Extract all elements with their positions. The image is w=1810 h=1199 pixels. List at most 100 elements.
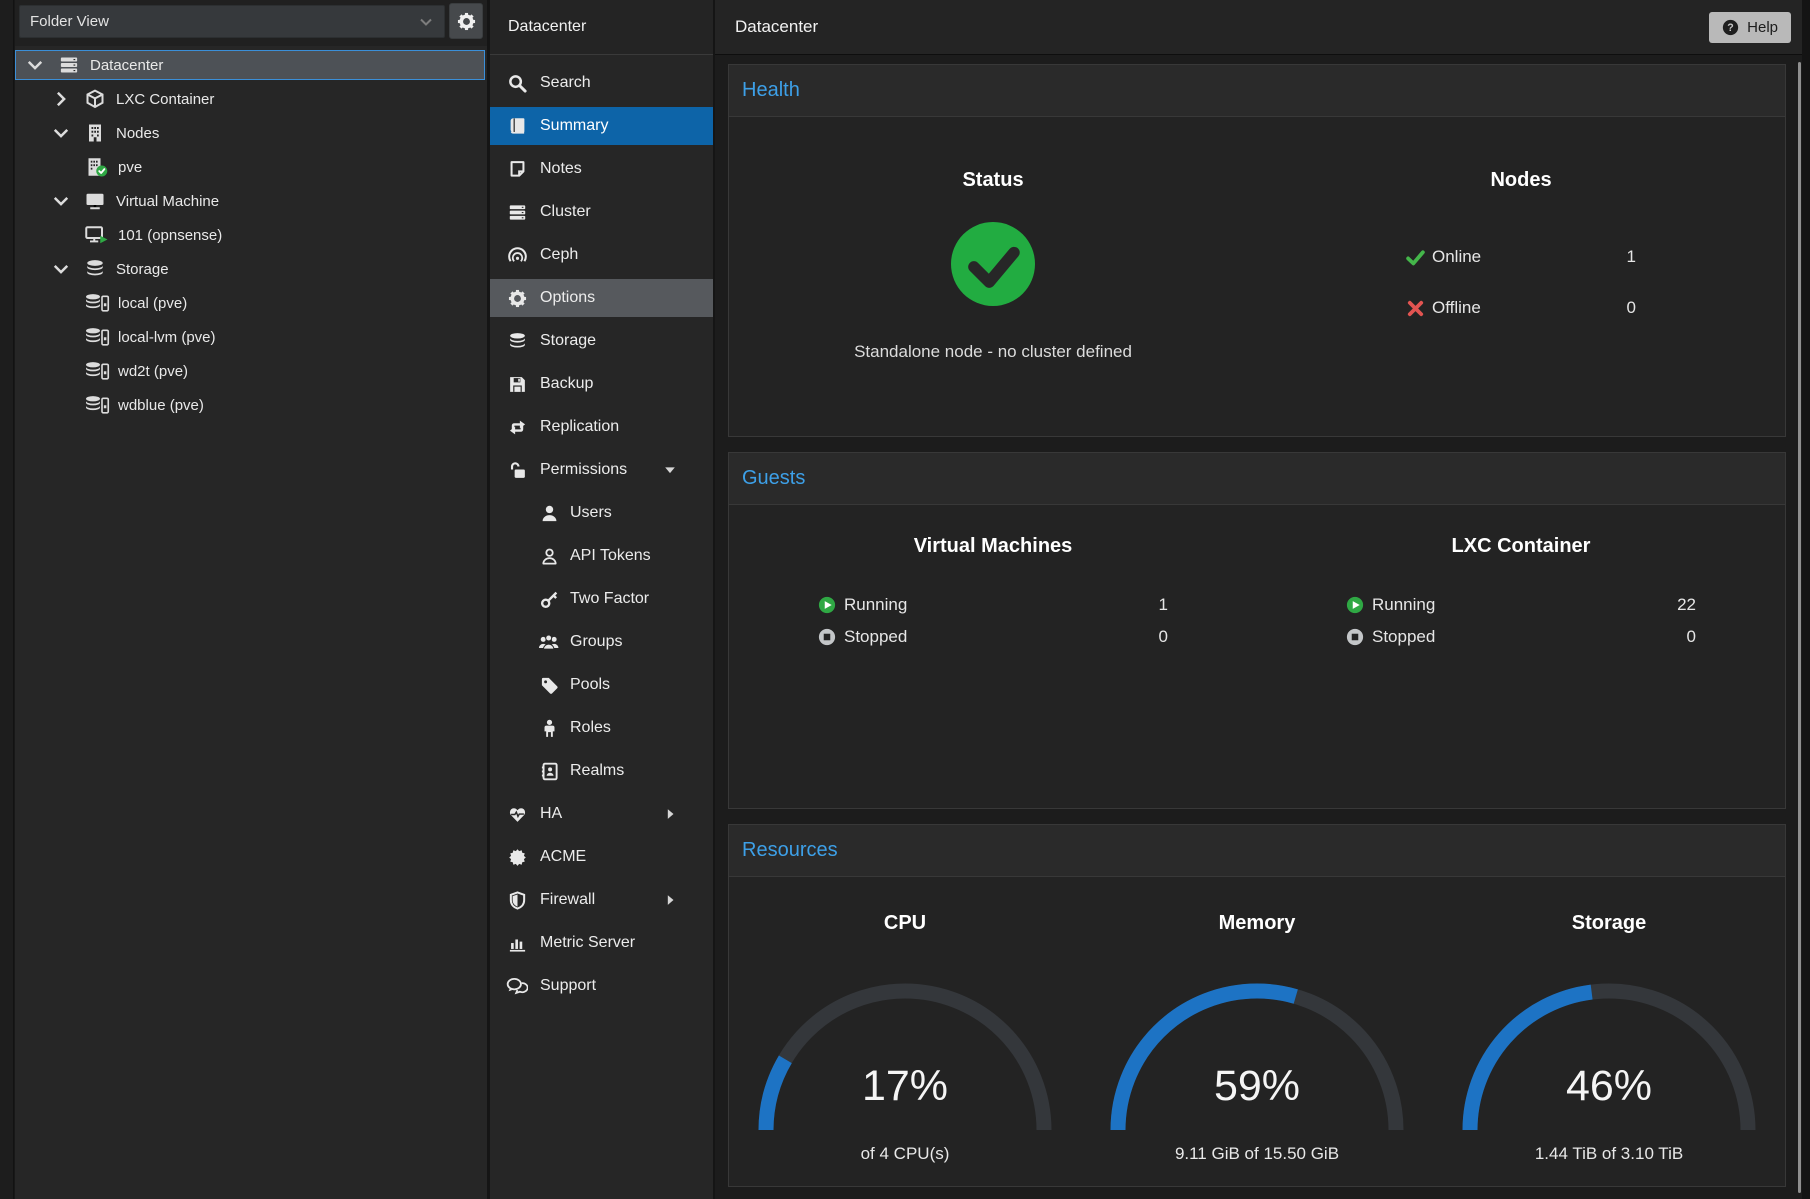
tree-item-label: Nodes (116, 125, 159, 142)
guest-state-label: Running (1372, 595, 1435, 615)
health-panel-title: Health (729, 65, 1785, 117)
person-icon (538, 719, 560, 738)
check-icon (1406, 248, 1425, 267)
chevron-down-icon (418, 14, 434, 30)
window-left-edge (0, 0, 14, 1199)
users-icon (538, 633, 560, 652)
nav-item-roles[interactable]: Roles (490, 709, 713, 747)
nav-item-storage[interactable]: Storage (490, 322, 713, 360)
nav-item-ceph[interactable]: Ceph (490, 236, 713, 274)
nodes-title: Nodes (1490, 168, 1551, 192)
cpu-gauge: 17% (755, 980, 1055, 1135)
nav-item-label: Pools (570, 676, 610, 694)
memory-gauge: 59% (1107, 980, 1407, 1135)
user-icon (538, 504, 560, 523)
stop-icon (1346, 628, 1364, 646)
help-label: Help (1747, 19, 1778, 36)
tree-item-storage[interactable]: Storage (15, 254, 485, 284)
nav-item-two-factor[interactable]: Two Factor (490, 580, 713, 618)
nav-item-search[interactable]: Search (490, 64, 713, 102)
gear-icon (506, 289, 528, 308)
nav-item-label: Backup (540, 375, 593, 393)
ceph-icon (506, 246, 528, 265)
tree-item-datacenter[interactable]: Datacenter (15, 50, 485, 80)
guest-state-count: 1 (1159, 595, 1168, 615)
nav-item-permissions[interactable]: Permissions (490, 451, 713, 489)
cluster-status-column: Status Standalone node - no cluster defi… (729, 117, 1257, 436)
resource-title: Memory (1219, 911, 1296, 935)
nav-item-ha[interactable]: HA (490, 795, 713, 833)
chart-bar-icon (506, 934, 528, 953)
question-circle-icon: ? (1722, 19, 1739, 36)
page-title: Datacenter (735, 17, 818, 37)
tree-item-label: wd2t (pve) (118, 363, 188, 380)
nav-item-realms[interactable]: Realms (490, 752, 713, 790)
guest-state-label: Stopped (1372, 627, 1435, 647)
nav-item-api-tokens[interactable]: API Tokens (490, 537, 713, 575)
tree-item-label: pve (118, 159, 142, 176)
tree-item-label: local-lvm (pve) (118, 329, 216, 346)
tree-item-label: Virtual Machine (116, 193, 219, 210)
nav-item-metric-server[interactable]: Metric Server (490, 924, 713, 962)
lxc-container-stopped-row: Stopped0 (1346, 623, 1696, 651)
nav-item-notes[interactable]: Notes (490, 150, 713, 188)
nav-item-cluster[interactable]: Cluster (490, 193, 713, 231)
nav-item-label: Summary (540, 117, 608, 135)
gauge-arc (755, 980, 1055, 1135)
view-mode-select[interactable]: Folder View (19, 5, 445, 38)
resources-panel: Resources CPU17%of 4 CPU(s)Memory59%9.11… (728, 824, 1786, 1187)
lxc-container-running-row: Running22 (1346, 591, 1696, 619)
tree-item-wd2t-pve[interactable]: wd2t (pve) (15, 356, 485, 386)
floppy-icon (506, 375, 528, 394)
nav-item-firewall[interactable]: Firewall (490, 881, 713, 919)
help-button[interactable]: ? Help (1709, 12, 1791, 43)
nav-item-label: Permissions (540, 461, 627, 479)
nav-item-label: Firewall (540, 891, 595, 909)
guests-panel-title: Guests (729, 453, 1785, 505)
gauge-percent-label: 59% (1107, 1062, 1407, 1111)
vertical-scrollbar-thumb[interactable] (1798, 62, 1801, 1193)
nav-item-label: Cluster (540, 203, 591, 221)
tree-item-lxc-container[interactable]: LXC Container (15, 84, 485, 114)
chevron-down-icon (22, 55, 48, 75)
tree-settings-button[interactable] (449, 3, 483, 39)
disks-icon (506, 332, 528, 351)
guest-state-count: 0 (1159, 627, 1168, 647)
caret-down-icon (663, 463, 677, 477)
unlock-icon (506, 461, 528, 480)
nav-item-summary[interactable]: Summary (490, 107, 713, 145)
health-panel: Health Status Standalone node - no clust… (728, 64, 1786, 437)
guests-rows: Running22 Stopped0 (1346, 591, 1696, 655)
tree-toolbar: Folder View (15, 0, 487, 46)
nav-item-acme[interactable]: ACME (490, 838, 713, 876)
tree-item-local-lvm-pve[interactable]: local-lvm (pve) (15, 322, 485, 352)
guest-state-label: Stopped (844, 627, 907, 647)
nav-item-label: API Tokens (570, 547, 651, 565)
heartbeat-icon (506, 805, 528, 824)
tree-item-101-opnsense[interactable]: 101 (opnsense) (15, 220, 485, 250)
resource-column-memory: Memory59%9.11 GiB of 15.50 GiB (1081, 877, 1433, 1186)
nav-item-backup[interactable]: Backup (490, 365, 713, 403)
nav-item-pools[interactable]: Pools (490, 666, 713, 704)
cube-icon (82, 89, 108, 109)
tree-item-virtual-machine[interactable]: Virtual Machine (15, 186, 485, 216)
play-icon (1346, 596, 1364, 614)
tree-item-pve[interactable]: pve (15, 152, 485, 182)
storage-gauge: 46% (1459, 980, 1759, 1135)
disk-storage-icon (84, 327, 110, 347)
gauge-percent-label: 17% (755, 1062, 1055, 1111)
nav-item-replication[interactable]: Replication (490, 408, 713, 446)
tree-item-wdblue-pve[interactable]: wdblue (pve) (15, 390, 485, 420)
nav-item-users[interactable]: Users (490, 494, 713, 532)
nav-item-label: Ceph (540, 246, 578, 264)
nav-item-label: Search (540, 74, 591, 92)
tag-icon (538, 676, 560, 695)
offline-label: Offline (1432, 298, 1481, 318)
summary-scroll-area: Health Status Standalone node - no clust… (715, 56, 1796, 1199)
tree-item-nodes[interactable]: Nodes (15, 118, 485, 148)
resources-panel-title: Resources (729, 825, 1785, 877)
nav-item-support[interactable]: Support (490, 967, 713, 1005)
nav-item-options[interactable]: Options (490, 279, 713, 317)
nav-item-groups[interactable]: Groups (490, 623, 713, 661)
tree-item-local-pve[interactable]: local (pve) (15, 288, 485, 318)
